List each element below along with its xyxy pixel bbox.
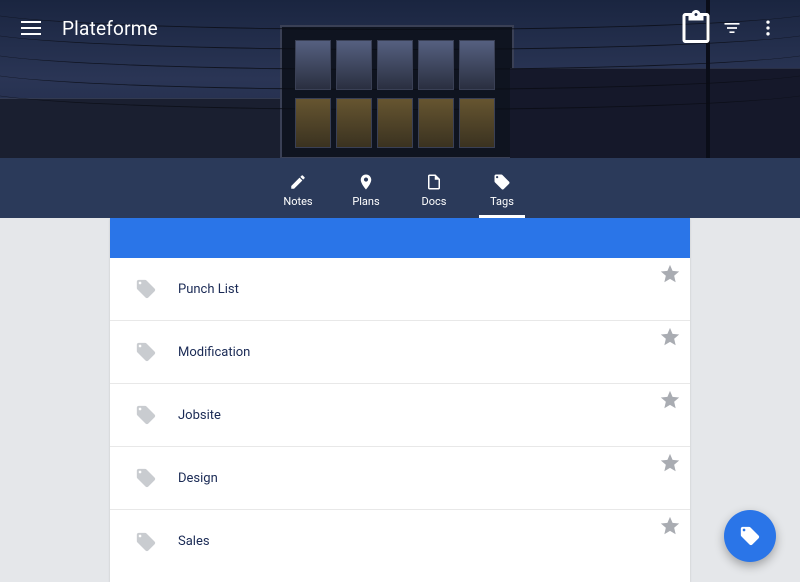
tab-docs[interactable]: Docs xyxy=(409,158,459,218)
more-button[interactable] xyxy=(750,10,786,46)
tag-icon xyxy=(493,173,511,191)
favorite-star-button[interactable] xyxy=(658,327,682,351)
tag-row[interactable]: Sales xyxy=(110,510,690,573)
star-icon xyxy=(659,452,681,478)
tag-row[interactable]: Jobsite xyxy=(110,384,690,447)
filter-button[interactable] xyxy=(714,10,750,46)
menu-button[interactable] xyxy=(18,15,44,41)
hamburger-icon xyxy=(21,21,41,35)
app-title: Plateforme xyxy=(62,17,158,40)
tags-card: Punch List Modification Jobsite Design Sales xyxy=(110,218,690,582)
tag-icon xyxy=(134,340,158,364)
star-icon xyxy=(659,263,681,289)
tab-label: Notes xyxy=(283,195,312,208)
tag-row[interactable]: Design xyxy=(110,447,690,510)
add-tag-fab[interactable] xyxy=(724,510,776,562)
content-area: Punch List Modification Jobsite Design Sales xyxy=(0,218,800,582)
tag-row[interactable]: Punch List xyxy=(110,258,690,321)
star-icon xyxy=(659,515,681,541)
tag-icon xyxy=(134,403,158,427)
tab-label: Plans xyxy=(352,195,379,208)
tag-label: Jobsite xyxy=(178,408,221,423)
clipboard-icon xyxy=(678,10,714,46)
favorite-star-button[interactable] xyxy=(658,453,682,477)
document-icon xyxy=(425,173,443,191)
tag-icon xyxy=(134,277,158,301)
tab-label: Tags xyxy=(490,195,514,208)
star-icon xyxy=(659,389,681,415)
location-icon xyxy=(357,173,375,191)
tags-list: Punch List Modification Jobsite Design Sales xyxy=(110,258,690,582)
pencil-icon xyxy=(289,173,307,191)
favorite-star-button[interactable] xyxy=(658,390,682,414)
tag-label: Sales xyxy=(178,534,210,549)
hero-image: Plateforme xyxy=(0,0,800,158)
tab-tags[interactable]: Tags xyxy=(477,158,527,218)
clipboard-button[interactable] xyxy=(678,10,714,46)
tab-plans[interactable]: Plans xyxy=(341,158,391,218)
card-header-strip xyxy=(110,218,690,258)
star-icon xyxy=(659,326,681,352)
tag-label: Modification xyxy=(178,345,250,360)
tag-icon xyxy=(134,530,158,554)
favorite-star-button[interactable] xyxy=(658,516,682,540)
tab-notes[interactable]: Notes xyxy=(273,158,323,218)
more-vert-icon xyxy=(758,18,778,38)
tag-label: Design xyxy=(178,471,218,486)
tab-label: Docs xyxy=(422,195,447,208)
tag-row[interactable]: Modification xyxy=(110,321,690,384)
app-bar: Plateforme xyxy=(0,0,800,56)
favorite-star-button[interactable] xyxy=(658,264,682,288)
tag-icon xyxy=(134,466,158,490)
tag-label: Punch List xyxy=(178,282,239,297)
filter-icon xyxy=(722,18,742,38)
tab-bar: Notes Plans Docs Tags xyxy=(0,158,800,218)
tag-icon xyxy=(739,525,761,547)
